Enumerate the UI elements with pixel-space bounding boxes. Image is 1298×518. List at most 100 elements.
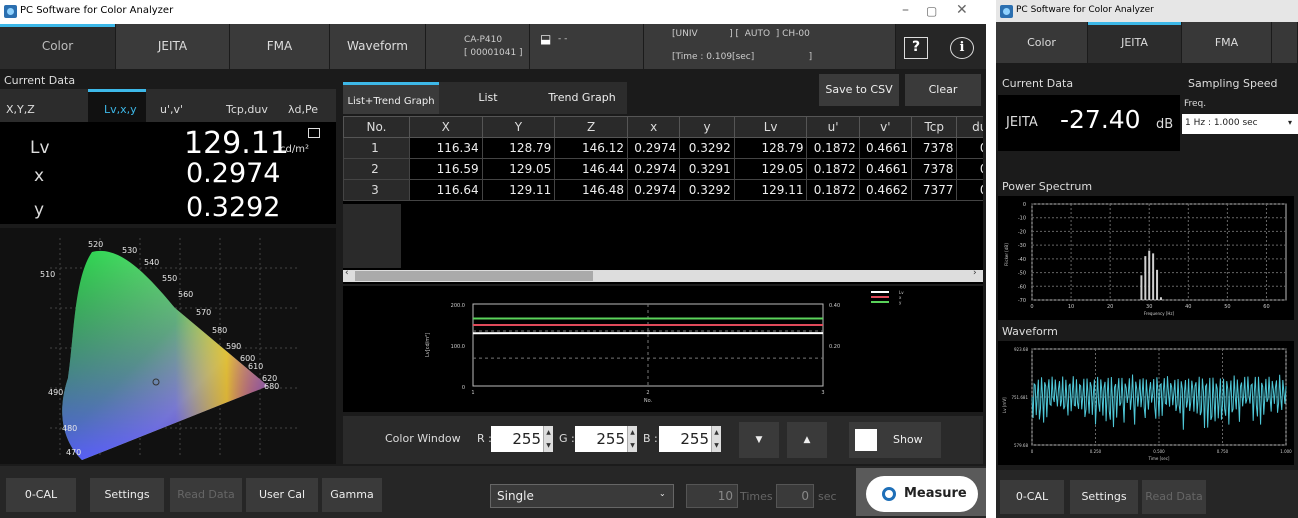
scroll-left-icon[interactable]: ‹	[345, 268, 349, 278]
table-cell: 146.48	[554, 179, 628, 201]
ps-bar	[1148, 250, 1151, 300]
table-row[interactable]: 2 116.59 129.05 146.44 0.2974 0.3291 129.05 0.1…	[343, 158, 983, 180]
column-header[interactable]: x	[626, 116, 681, 138]
jeita-zero-cal-button[interactable]: 0-CAL	[1000, 480, 1064, 514]
column-header[interactable]: u'	[806, 116, 860, 138]
table-cell: 0.2974	[626, 158, 681, 180]
ps-bar	[1152, 253, 1155, 300]
tab-fma[interactable]: FMA	[230, 24, 330, 69]
scrollbar-thumb[interactable]	[355, 271, 593, 281]
table-cell: 116.59	[408, 158, 483, 180]
b-arrows[interactable]: ▲ ▼	[711, 426, 721, 452]
g-arrows[interactable]: ▲ ▼	[627, 426, 637, 452]
b-spinner[interactable]: 255 ▲ ▼	[659, 426, 721, 452]
user-cal-button[interactable]: User Cal	[246, 478, 318, 512]
legend-label: y	[899, 300, 902, 305]
column-header[interactable]: Tcp	[910, 116, 958, 138]
jeita-settings-button[interactable]: Settings	[1070, 480, 1138, 514]
clear-button[interactable]: Clear	[905, 74, 981, 106]
table-cell: 1	[343, 137, 410, 159]
x-value: 0.2974	[186, 158, 281, 189]
wf-y-tick: 751.681	[1011, 395, 1028, 400]
table-row[interactable]: 3 116.64 129.11 146.48 0.2974 0.3292 129.11 0.1…	[343, 179, 983, 201]
wl-560: 560	[178, 290, 194, 299]
tab-tcp[interactable]: Tcp,duv	[226, 103, 268, 116]
tab-jeita[interactable]: JEITA	[116, 24, 230, 69]
b-label: B :	[643, 432, 658, 445]
table-cell: 0.3292	[679, 137, 735, 159]
probe-info: ⬓ - -	[530, 24, 644, 69]
tab-xyz[interactable]: X,Y,Z	[6, 103, 35, 116]
jeita-tab-more[interactable]	[1272, 22, 1298, 63]
column-header[interactable]: v'	[858, 116, 912, 138]
title-bar: PC Software for Color Analyzer – ▢ ✕	[0, 0, 986, 24]
measure-button[interactable]: Measure	[866, 476, 978, 512]
close-icon[interactable]: ✕	[956, 2, 968, 18]
save-csv-button[interactable]: Save to CSV	[819, 74, 899, 106]
table-cell: 129.05	[481, 158, 556, 180]
x-label: x	[34, 166, 45, 186]
column-header[interactable]: No.	[343, 116, 410, 138]
jeita-read-data-button[interactable]: Read Data	[1142, 480, 1206, 514]
freq-select[interactable]: 1 Hz : 1.000 sec ▾	[1182, 114, 1298, 134]
wl-470: 470	[66, 448, 82, 457]
app-icon	[4, 5, 17, 18]
column-header[interactable]: Lv	[733, 116, 808, 138]
column-header[interactable]: Z	[554, 116, 628, 138]
column-header[interactable]: du	[956, 116, 983, 138]
settings-button[interactable]: Settings	[90, 478, 164, 512]
sec-input[interactable]: 0	[776, 484, 814, 508]
horizontal-scrollbar[interactable]: ‹ ›	[343, 268, 983, 282]
jeita-value-panel: JEITA -27.40 dB	[998, 95, 1180, 151]
maximize-icon[interactable]: ▢	[926, 4, 937, 18]
zero-cal-button[interactable]: 0-CAL	[6, 478, 76, 512]
wf-y-tick: 923.68	[1014, 347, 1028, 352]
help-button[interactable]: ?	[904, 37, 928, 59]
down-button[interactable]: ▼	[739, 422, 779, 458]
read-data-button[interactable]: Read Data	[170, 478, 242, 512]
minimize-icon[interactable]: –	[902, 2, 909, 18]
up-button[interactable]: ▲	[787, 422, 827, 458]
jeita-tab-jeita[interactable]: JEITA	[1088, 22, 1182, 63]
ps-x-tick: 20	[1107, 304, 1113, 310]
freq-label: Freq.	[1184, 99, 1207, 109]
jeita-tab-fma[interactable]: FMA	[1182, 22, 1272, 63]
table-cell: 128.79	[481, 137, 556, 159]
mode-select[interactable]: Single ⌄	[490, 484, 674, 508]
tab-list-trend[interactable]: List+Trend Graph	[343, 82, 439, 114]
table-cell: 0.4661	[858, 158, 912, 180]
scroll-right-icon[interactable]: ›	[973, 268, 977, 278]
popout-icon[interactable]	[308, 128, 320, 138]
tab-waveform[interactable]: Waveform	[330, 24, 426, 69]
table-cell: 7378	[910, 137, 958, 159]
tab-color[interactable]: Color	[0, 24, 116, 69]
column-header[interactable]: y	[679, 116, 735, 138]
tab-uv[interactable]: u',v'	[160, 103, 183, 116]
g-spinner[interactable]: 255 ▲ ▼	[575, 426, 637, 452]
table-cell: 3	[343, 179, 410, 201]
table-row[interactable]: 1 116.34 128.79 146.12 0.2974 0.3292 128.79 0.1…	[343, 137, 983, 159]
r-arrows[interactable]: ▲ ▼	[543, 426, 553, 452]
times-input[interactable]: 10	[686, 484, 738, 508]
r-spinner[interactable]: 255 ▲ ▼	[491, 426, 553, 452]
table-cell: 0.0	[956, 158, 983, 180]
power-spectrum-chart: 0 -10 -20 -30 -40 -50 -60 -70 0 10 20 30 40 50 60 Frequ…	[998, 196, 1294, 320]
table-cell: 0.3292	[679, 179, 735, 201]
column-header[interactable]: X	[408, 116, 483, 138]
trend-y-label: Lv[cd/m²]	[425, 333, 431, 357]
jeita-current-title: Current Data	[1002, 77, 1074, 90]
tab-lvxy[interactable]: Lv,x,y	[104, 103, 137, 116]
color-window-label: Color Window	[385, 432, 461, 445]
tab-list[interactable]: List	[439, 82, 537, 114]
jeita-unit: dB	[1156, 117, 1174, 132]
r-label: R :	[477, 432, 492, 445]
tab-trend[interactable]: Trend Graph	[537, 82, 627, 114]
info-button[interactable]: i	[950, 37, 974, 59]
gamma-button[interactable]: Gamma	[322, 478, 382, 512]
column-header[interactable]: Y	[481, 116, 556, 138]
ps-x-tick: 50	[1224, 304, 1230, 310]
show-button[interactable]: Show	[849, 422, 941, 458]
table-cell: 0.4661	[858, 137, 912, 159]
tab-lambda[interactable]: λd,Pe	[288, 103, 318, 116]
jeita-tab-color[interactable]: Color	[996, 22, 1088, 63]
